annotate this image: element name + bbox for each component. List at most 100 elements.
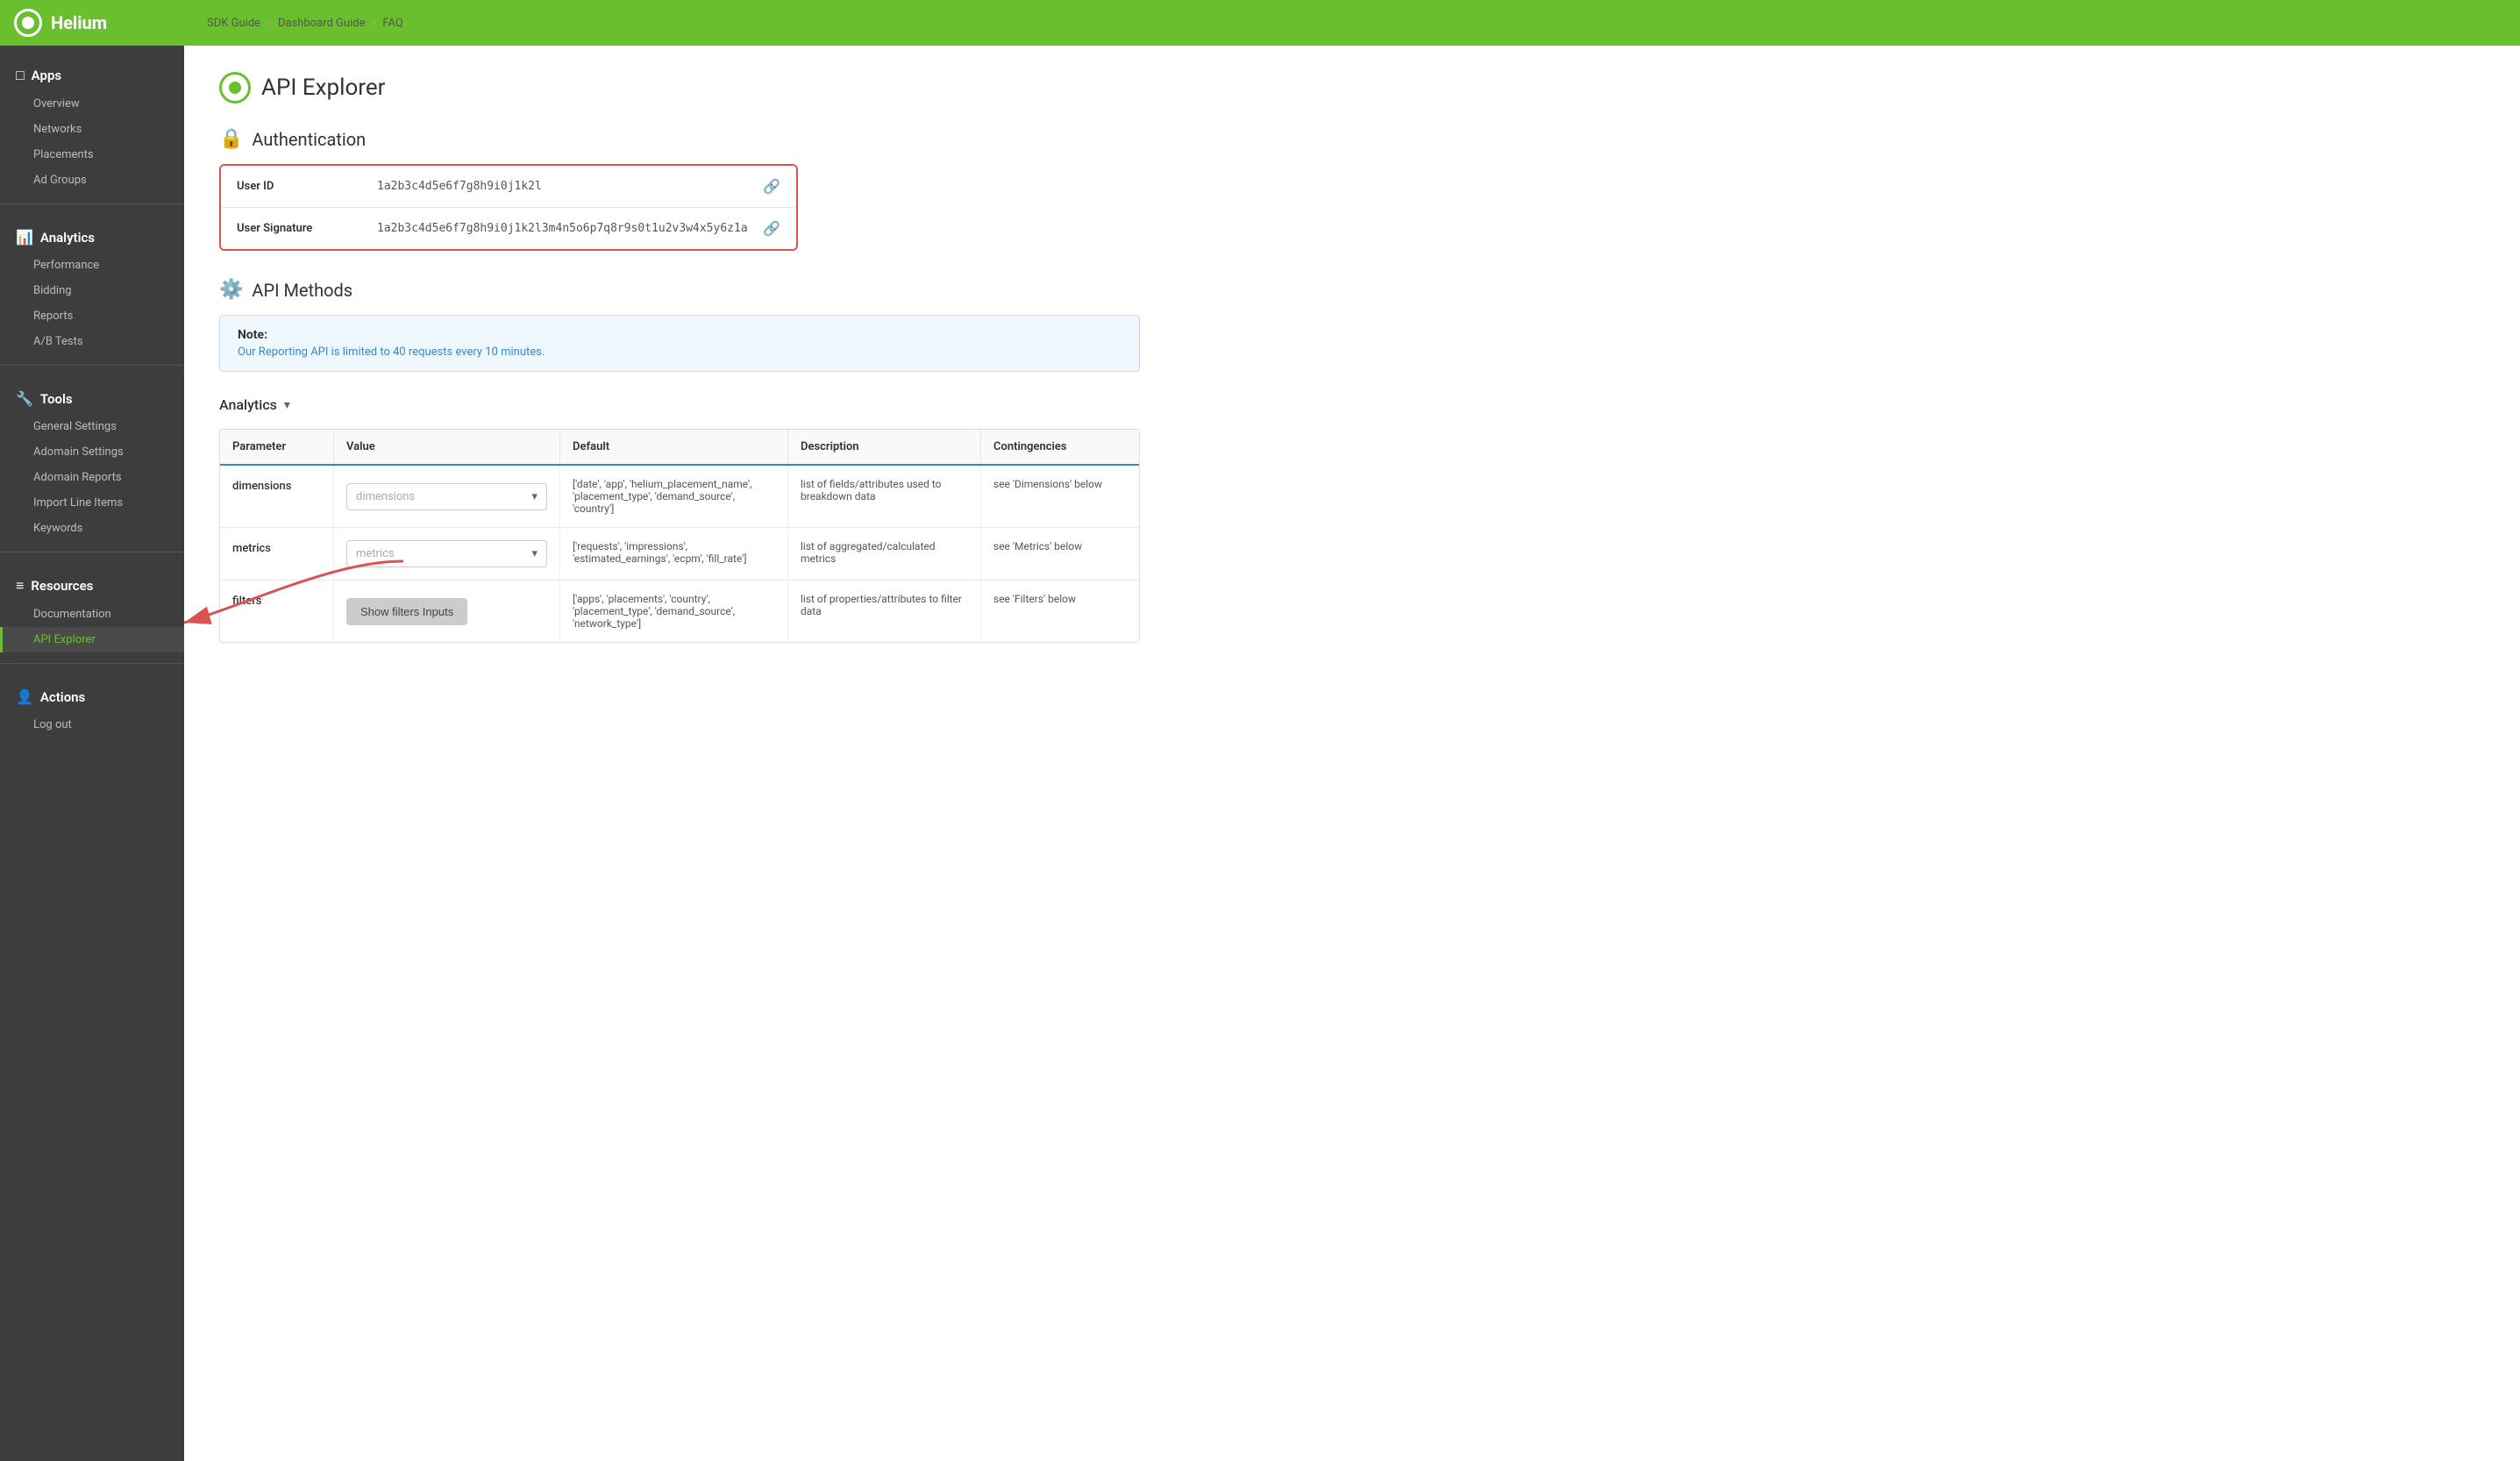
- user-signature-label: User Signature: [237, 222, 377, 235]
- sidebar-item-performance[interactable]: Performance: [0, 253, 184, 278]
- sidebar-item-overview[interactable]: Overview: [0, 91, 184, 117]
- user-signature-value: 1a2b3c4d5e6f7g8h9i0j1k2l3m4n5o6p7q8r9s0t…: [377, 222, 763, 235]
- note-box: Note: Our Reporting API is limited to 40…: [219, 315, 1140, 372]
- auth-row-signature: User Signature 1a2b3c4d5e6f7g8h9i0j1k2l3…: [221, 208, 796, 249]
- layout: □ Apps Overview Networks Placements Ad G…: [0, 46, 2520, 1461]
- page-title: API Explorer: [261, 75, 385, 101]
- param-filters: filters: [220, 581, 334, 642]
- breadcrumb-item-3[interactable]: FAQ: [382, 17, 402, 30]
- sidebar-section-actions: 👤 Actions Log out: [0, 667, 184, 745]
- value-dimensions[interactable]: dimensions ▾: [334, 466, 560, 527]
- sidebar-item-documentation[interactable]: Documentation: [0, 602, 184, 627]
- dimensions-arrow-icon: ▾: [531, 490, 537, 503]
- sidebar-item-bidding[interactable]: Bidding: [0, 278, 184, 303]
- breadcrumb-item-2[interactable]: Dashboard Guide: [278, 17, 366, 30]
- user-id-label: User ID: [237, 180, 377, 193]
- topbar: Helium SDK Guide › Dashboard Guide › FAQ: [0, 0, 2520, 46]
- sidebar-item-general-settings[interactable]: General Settings: [0, 414, 184, 439]
- auth-section-title: Authentication: [252, 129, 366, 150]
- default-dimensions: ['date', 'app', 'helium_placement_name',…: [560, 466, 788, 527]
- api-explorer-icon: [219, 72, 251, 103]
- breadcrumb-item-1[interactable]: SDK Guide: [207, 17, 260, 30]
- logo[interactable]: Helium: [14, 9, 189, 37]
- main-content: API Explorer 🔒 Authentication User ID 1a…: [184, 46, 2520, 1461]
- api-methods-section-header: ⚙️ API Methods: [219, 279, 2485, 301]
- auth-box: User ID 1a2b3c4d5e6f7g8h9i0j1k2l 🔗 User …: [219, 164, 798, 251]
- breadcrumb: SDK Guide › Dashboard Guide › FAQ: [189, 17, 403, 30]
- user-id-value: 1a2b3c4d5e6f7g8h9i0j1k2l: [377, 180, 763, 193]
- sidebar-header-resources[interactable]: ≡ Resources: [0, 570, 184, 602]
- sidebar-header-tools[interactable]: 🔧 Tools: [0, 383, 184, 414]
- col-header-default: Default: [560, 430, 788, 464]
- user-signature-link-icon[interactable]: 🔗: [763, 220, 780, 237]
- sidebar-item-import-line-items[interactable]: Import Line Items: [0, 490, 184, 516]
- metrics-select[interactable]: metrics ▾: [346, 540, 547, 567]
- value-filters[interactable]: Show filters Inputs: [334, 581, 560, 642]
- page-title-row: API Explorer: [219, 72, 2485, 103]
- col-header-contingencies: Contingencies: [981, 430, 1139, 464]
- logo-text: Helium: [51, 12, 107, 33]
- dimensions-select[interactable]: dimensions ▾: [346, 483, 547, 510]
- sidebar-resources-label: Resources: [31, 578, 93, 594]
- logo-icon: [14, 9, 42, 37]
- gear-icon: ⚙️: [219, 279, 243, 301]
- desc-filters: list of properties/attributes to filter …: [788, 581, 981, 642]
- sidebar-item-adomain-settings[interactable]: Adomain Settings: [0, 439, 184, 465]
- sidebar-item-reports[interactable]: Reports: [0, 303, 184, 329]
- contingencies-metrics: see 'Metrics' below: [981, 528, 1139, 580]
- sidebar-section-apps: □ Apps Overview Networks Placements Ad G…: [0, 46, 184, 200]
- resources-icon: ≡: [16, 577, 24, 595]
- api-table-header-row: Parameter Value Default Description Cont…: [220, 430, 1139, 466]
- annotation-arrow: [184, 46, 2520, 1461]
- auth-row-userid: User ID 1a2b3c4d5e6f7g8h9i0j1k2l 🔗: [221, 166, 796, 208]
- sidebar-item-networks[interactable]: Networks: [0, 117, 184, 142]
- param-dimensions: dimensions: [220, 466, 334, 527]
- default-metrics: ['requests', 'impressions', 'estimated_e…: [560, 528, 788, 580]
- actions-icon: 👤: [16, 688, 33, 705]
- sidebar-analytics-label: Analytics: [40, 230, 95, 246]
- note-label: Note:: [238, 328, 1121, 342]
- sidebar-item-abtests[interactable]: A/B Tests: [0, 329, 184, 354]
- contingencies-dimensions: see 'Dimensions' below: [981, 466, 1139, 527]
- api-table: Parameter Value Default Description Cont…: [219, 429, 1140, 643]
- sidebar-item-placements[interactable]: Placements: [0, 142, 184, 167]
- sidebar-item-adomain-reports[interactable]: Adomain Reports: [0, 465, 184, 490]
- sidebar-item-api-explorer[interactable]: API Explorer: [0, 627, 184, 652]
- param-metrics: metrics: [220, 528, 334, 580]
- metrics-placeholder: metrics: [356, 547, 395, 560]
- table-row-dimensions: dimensions dimensions ▾ ['date', 'app', …: [220, 466, 1139, 528]
- sidebar-header-analytics[interactable]: 📊 Analytics: [0, 222, 184, 253]
- analytics-dropdown-label: Analytics: [219, 396, 277, 413]
- sidebar-apps-label: Apps: [32, 68, 61, 83]
- contingencies-filters: see 'Filters' below: [981, 581, 1139, 642]
- desc-dimensions: list of fields/attributes used to breakd…: [788, 466, 981, 527]
- analytics-dropdown-header[interactable]: Analytics ▾: [219, 396, 2485, 413]
- sidebar-tools-label: Tools: [40, 391, 73, 407]
- api-methods-section-title: API Methods: [252, 280, 352, 301]
- sidebar-item-logout[interactable]: Log out: [0, 712, 184, 738]
- dimensions-placeholder: dimensions: [356, 490, 415, 503]
- sidebar-header-apps[interactable]: □ Apps: [0, 60, 184, 91]
- col-header-value: Value: [334, 430, 560, 464]
- table-row-filters: filters Show filters Inputs ['apps', 'pl…: [220, 581, 1139, 642]
- apps-icon: □: [16, 67, 25, 84]
- sidebar-section-tools: 🔧 Tools General Settings Adomain Setting…: [0, 369, 184, 548]
- chevron-down-icon: ▾: [284, 398, 290, 412]
- auth-section-header: 🔒 Authentication: [219, 128, 2485, 150]
- col-header-parameter: Parameter: [220, 430, 334, 464]
- user-id-link-icon[interactable]: 🔗: [763, 178, 780, 195]
- sidebar-header-actions[interactable]: 👤 Actions: [0, 681, 184, 712]
- sidebar-item-keywords[interactable]: Keywords: [0, 516, 184, 541]
- default-filters: ['apps', 'placements', 'country', 'place…: [560, 581, 788, 642]
- sidebar-item-adgroups[interactable]: Ad Groups: [0, 167, 184, 193]
- breadcrumb-sep-1: ›: [267, 17, 271, 30]
- sidebar-section-analytics: 📊 Analytics Performance Bidding Reports …: [0, 208, 184, 361]
- show-filters-button[interactable]: Show filters Inputs: [346, 598, 467, 625]
- sidebar: □ Apps Overview Networks Placements Ad G…: [0, 46, 184, 1461]
- metrics-arrow-icon: ▾: [531, 547, 537, 560]
- lock-icon: 🔒: [219, 128, 243, 150]
- sidebar-section-resources: ≡ Resources Documentation API Explorer: [0, 556, 184, 659]
- analytics-icon: 📊: [16, 229, 33, 246]
- table-row-metrics: metrics metrics ▾ ['requests', 'impressi…: [220, 528, 1139, 581]
- value-metrics[interactable]: metrics ▾: [334, 528, 560, 580]
